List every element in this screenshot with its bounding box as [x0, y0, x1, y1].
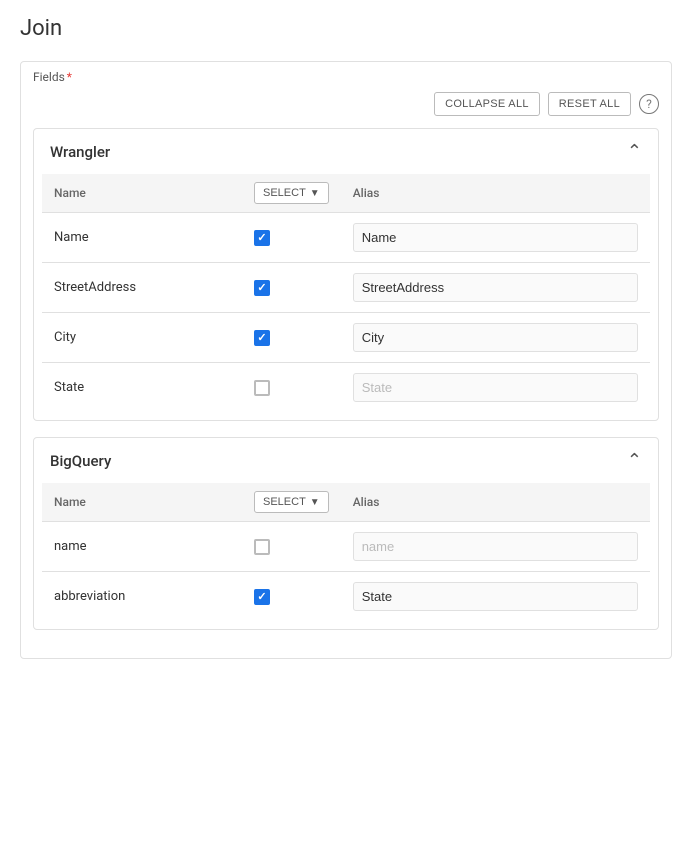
field-name-wrangler-0: Name: [42, 213, 242, 263]
collapse-all-button[interactable]: COLLAPSE ALL: [434, 92, 540, 116]
col-header-alias: Alias: [341, 483, 650, 522]
checkbox-wrangler-2[interactable]: [254, 330, 270, 346]
source-title-bigquery: BigQuery: [50, 452, 111, 470]
help-icon[interactable]: ?: [639, 94, 659, 114]
field-name-wrangler-2: City: [42, 313, 242, 363]
alias-input-wrangler-3[interactable]: [353, 373, 638, 402]
col-header-select: SELECT ▼: [242, 174, 341, 213]
col-header-name: Name: [42, 483, 242, 522]
table-row: name: [42, 522, 650, 572]
select-button-wrangler[interactable]: SELECT ▼: [254, 182, 329, 204]
select-button-bigquery[interactable]: SELECT ▼: [254, 491, 329, 513]
alias-input-bigquery-0[interactable]: [353, 532, 638, 561]
source-header-bigquery[interactable]: BigQuery ⌃: [34, 438, 658, 483]
col-header-alias: Alias: [341, 174, 650, 213]
field-alias-cell-wrangler-1: [341, 263, 650, 313]
sources-container: Wrangler ⌃ Name SELECT ▼ Alias NameStree…: [33, 128, 659, 630]
reset-all-button[interactable]: RESET ALL: [548, 92, 631, 116]
fields-table-bigquery: Name SELECT ▼ Alias nameabbreviation: [42, 483, 650, 621]
source-card-bigquery: BigQuery ⌃ Name SELECT ▼ Alias nameabbre…: [33, 437, 659, 630]
field-alias-cell-bigquery-1: [341, 572, 650, 622]
table-row: City: [42, 313, 650, 363]
field-checkbox-cell-wrangler-1: [242, 263, 341, 313]
field-checkbox-cell-bigquery-0: [242, 522, 341, 572]
fields-label: Fields *: [33, 70, 659, 84]
field-checkbox-cell-bigquery-1: [242, 572, 341, 622]
checkbox-bigquery-1[interactable]: [254, 589, 270, 605]
field-checkbox-cell-wrangler-2: [242, 313, 341, 363]
fields-table-wrangler: Name SELECT ▼ Alias NameStreetAddressCit…: [42, 174, 650, 412]
alias-input-wrangler-1[interactable]: [353, 273, 638, 302]
field-name-wrangler-3: State: [42, 363, 242, 413]
field-alias-cell-bigquery-0: [341, 522, 650, 572]
source-body-wrangler: Name SELECT ▼ Alias NameStreetAddressCit…: [34, 174, 658, 420]
col-header-select: SELECT ▼: [242, 483, 341, 522]
field-alias-cell-wrangler-3: [341, 363, 650, 413]
fields-section: Fields * COLLAPSE ALL RESET ALL ? Wrangl…: [20, 61, 672, 659]
field-name-bigquery-0: name: [42, 522, 242, 572]
alias-input-wrangler-0[interactable]: [353, 223, 638, 252]
field-checkbox-cell-wrangler-3: [242, 363, 341, 413]
checkbox-wrangler-0[interactable]: [254, 230, 270, 246]
col-header-name: Name: [42, 174, 242, 213]
field-name-wrangler-1: StreetAddress: [42, 263, 242, 313]
field-name-bigquery-1: abbreviation: [42, 572, 242, 622]
alias-input-wrangler-2[interactable]: [353, 323, 638, 352]
alias-input-bigquery-1[interactable]: [353, 582, 638, 611]
checkbox-wrangler-1[interactable]: [254, 280, 270, 296]
checkbox-bigquery-0[interactable]: [254, 539, 270, 555]
table-row: Name: [42, 213, 650, 263]
page-title: Join: [20, 16, 672, 41]
source-header-wrangler[interactable]: Wrangler ⌃: [34, 129, 658, 174]
chevron-up-icon: ⌃: [627, 141, 642, 162]
field-checkbox-cell-wrangler-0: [242, 213, 341, 263]
table-row: State: [42, 363, 650, 413]
checkbox-wrangler-3[interactable]: [254, 380, 270, 396]
dropdown-arrow: ▼: [310, 188, 320, 199]
source-title-wrangler: Wrangler: [50, 143, 110, 161]
source-body-bigquery: Name SELECT ▼ Alias nameabbreviation: [34, 483, 658, 629]
toolbar: COLLAPSE ALL RESET ALL ?: [33, 92, 659, 116]
chevron-up-icon: ⌃: [627, 450, 642, 471]
field-alias-cell-wrangler-2: [341, 313, 650, 363]
field-alias-cell-wrangler-0: [341, 213, 650, 263]
table-row: StreetAddress: [42, 263, 650, 313]
table-row: abbreviation: [42, 572, 650, 622]
dropdown-arrow: ▼: [310, 497, 320, 508]
source-card-wrangler: Wrangler ⌃ Name SELECT ▼ Alias NameStree…: [33, 128, 659, 421]
